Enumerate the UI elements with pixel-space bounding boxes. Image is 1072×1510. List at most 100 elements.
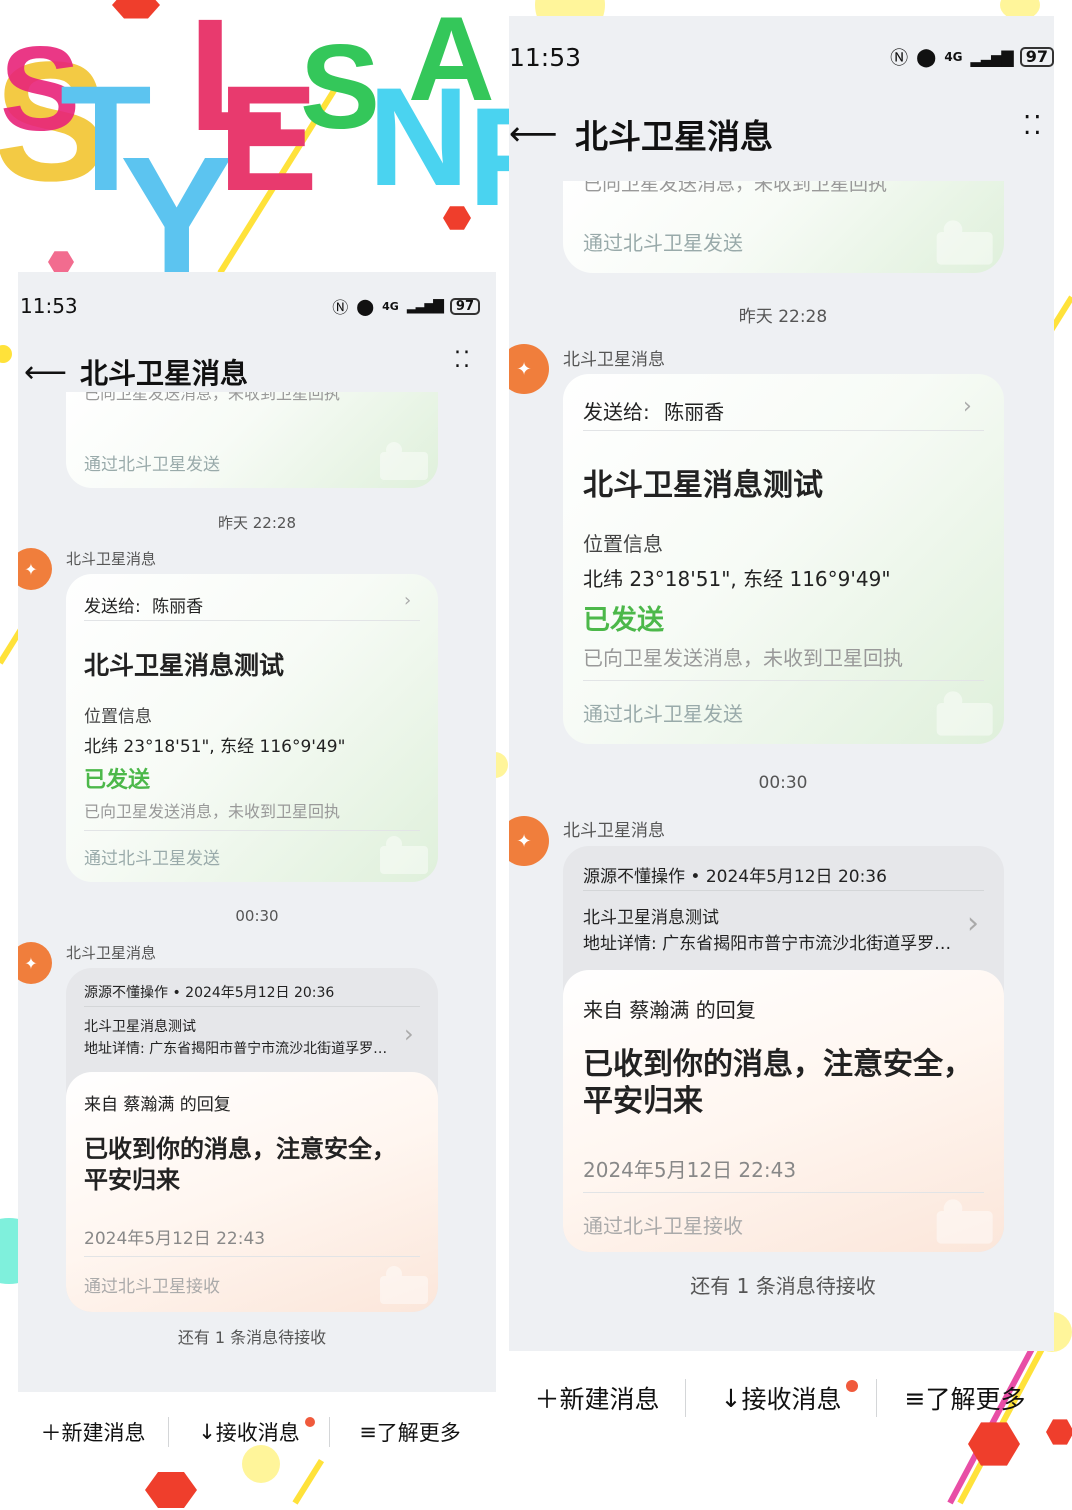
previous-message-card[interactable]: 已向卫星发送消息，未收到卫星回执 通过北斗卫星发送	[66, 392, 438, 488]
reply-content: 来自 蔡瀚满 的回复 已收到你的消息，注意安全，平安归来 2024年5月12日 …	[66, 1072, 438, 1312]
status-icons: Ⓝ ⬤ 4G ▂▃▅▇ 97	[890, 44, 1054, 70]
battery-indicator: 97	[449, 297, 480, 315]
sender-label: 北斗卫星消息	[563, 350, 665, 370]
chevron-right-icon[interactable]: ›	[404, 590, 411, 611]
satellite-watermark-icon	[380, 836, 428, 874]
recipient-row[interactable]: 发送给: 陈丽香	[583, 396, 724, 425]
menu-icon: ≡	[904, 1383, 926, 1413]
notification-dot	[305, 1417, 315, 1427]
pending-notice: 还有 1 条消息待接收	[177, 1328, 327, 1347]
sent-message-card[interactable]: 发送给: 陈丽香 › 北斗卫星消息测试 位置信息 北纬 23°18'51", 东…	[66, 574, 438, 882]
nfc-icon: Ⓝ	[332, 298, 349, 317]
sent-message-card[interactable]: 发送给: 陈丽香 › 北斗卫星消息测试 位置信息 北纬 23°18'51", 东…	[563, 374, 1004, 744]
timestamp: 00:30	[758, 773, 808, 793]
satellite-watermark-icon	[936, 691, 993, 736]
menu-icon: ≡	[359, 1420, 377, 1444]
location-label: 位置信息	[84, 707, 152, 727]
quote-address: 地址详情: 广东省揭阳市普宁市流沙北街道孚罗…	[583, 934, 952, 954]
recipient-label: 发送给:	[583, 400, 650, 424]
reply-text: 已收到你的消息，注意安全，平安归来	[583, 1047, 973, 1119]
reply-message-card[interactable]: 源源不懂操作 • 2024年5月12日 20:36 北斗卫星消息测试 地址详情:…	[563, 846, 1004, 1252]
back-button[interactable]: ⟵	[24, 355, 74, 390]
notification-dot	[846, 1380, 858, 1392]
status-time: 11:53	[509, 42, 582, 72]
previous-message-card[interactable]: 已向卫星发送消息，未收到卫星回执 通过北斗卫星发送	[563, 181, 1004, 273]
learn-more-button[interactable]: ≡ 了解更多	[330, 1417, 490, 1447]
location-icon: ⬤	[356, 296, 375, 316]
prev-cut-note: 已向卫星发送消息，未收到卫星回执	[84, 392, 341, 403]
prev-via: 通过北斗卫星发送	[583, 231, 743, 255]
divider	[84, 1256, 420, 1257]
right-screenshot: 11:53 Ⓝ ⬤ 4G ▂▃▅▇ 97 ⟵ 北斗卫星消息 ⁚⁚ 已向卫星发送消…	[509, 16, 1054, 1351]
location-label: 位置信息	[583, 532, 663, 556]
decor-stripe	[947, 1333, 1042, 1505]
app-header: ⟵ 北斗卫星消息	[18, 352, 496, 392]
arrow-down-icon: ↓	[198, 1420, 216, 1444]
send-note: 已向卫星发送消息，未收到卫星回执	[84, 802, 341, 821]
divider	[583, 430, 984, 431]
reply-message-card[interactable]: 源源不懂操作 • 2024年5月12日 20:36 北斗卫星消息测试 地址详情:…	[66, 968, 438, 1312]
chevron-right-icon[interactable]: ›	[967, 906, 979, 941]
sender-label: 北斗卫星消息	[66, 550, 157, 568]
satellite-avatar-icon: ✦	[18, 548, 52, 590]
recipient-row[interactable]: 发送给: 陈丽香	[84, 592, 203, 617]
network-label: 4G	[944, 50, 963, 64]
via-label: 通过北斗卫星发送	[84, 849, 220, 869]
satellite-avatar-icon: ✦	[509, 816, 549, 866]
recipient-name: 陈丽香	[152, 597, 204, 617]
quote-header: 源源不懂操作 • 2024年5月12日 20:36	[84, 985, 335, 1001]
network-label: 4G	[382, 299, 399, 313]
status-icons: Ⓝ ⬤ 4G ▂▃▅▇ 97	[332, 294, 480, 318]
divider	[84, 1006, 420, 1007]
arrow-down-icon: ↓	[720, 1383, 742, 1413]
more-dots-icon[interactable]: ⁚⁚	[1023, 113, 1044, 139]
prev-via: 通过北斗卫星发送	[84, 455, 220, 475]
decor-hex	[145, 1472, 197, 1508]
reply-text: 已收到你的消息，注意安全，平安归来	[84, 1135, 396, 1194]
timestamp: 昨天 22:28	[738, 307, 828, 327]
send-status: 已发送	[84, 768, 151, 793]
chevron-right-icon[interactable]: ›	[963, 394, 972, 419]
signal-icon: ▂▃▅▇	[406, 298, 444, 314]
decor-stripe	[292, 1459, 325, 1505]
timestamp: 昨天 22:28	[218, 514, 296, 532]
status-bar: 11:53 Ⓝ ⬤ 4G ▂▃▅▇ 97	[18, 294, 496, 318]
signal-icon: ▂▃▅▇	[970, 47, 1014, 67]
new-message-button[interactable]: ＋新建消息	[509, 1380, 685, 1416]
plus-icon: ＋	[534, 1385, 560, 1414]
reply-from: 来自 蔡瀚满 的回复	[583, 998, 756, 1022]
divider	[84, 620, 420, 621]
via-label: 通过北斗卫星接收	[583, 1214, 743, 1238]
stylesnap-logo: S S T Y L E S N A P	[0, 0, 560, 280]
quote-title: 北斗卫星消息测试	[84, 1019, 196, 1035]
left-screenshot: 11:53 Ⓝ ⬤ 4G ▂▃▅▇ 97 ⟵ 北斗卫星消息 ⁚⁚ 已向卫星发送消…	[18, 272, 496, 1392]
page-title: 北斗卫星消息	[80, 357, 249, 390]
status-time: 11:53	[20, 294, 78, 318]
learn-more-button[interactable]: ≡ 了解更多	[877, 1380, 1053, 1416]
reply-time: 2024年5月12日 22:43	[84, 1229, 266, 1249]
satellite-avatar-icon: ✦	[18, 942, 52, 984]
timestamp: 00:30	[235, 907, 279, 925]
coordinates: 北纬 23°18'51", 东经 116°9'49"	[583, 567, 891, 591]
chevron-right-icon[interactable]: ›	[404, 1020, 414, 1048]
back-button[interactable]: ⟵	[509, 114, 569, 154]
recipient-label: 发送给:	[84, 597, 141, 617]
message-title: 北斗卫星消息测试	[84, 651, 285, 680]
battery-indicator: 97	[1019, 47, 1054, 67]
reply-content: 来自 蔡瀚满 的回复 已收到你的消息，注意安全，平安归来 2024年5月12日 …	[563, 970, 1004, 1252]
divider	[583, 680, 984, 681]
location-icon: ⬤	[916, 46, 937, 68]
more-dots-icon[interactable]: ⁚⁚	[454, 350, 472, 372]
bottom-bar: ＋新建消息 ↓ 接收消息 ≡ 了解更多	[509, 1378, 1054, 1418]
divider	[583, 890, 984, 891]
new-message-button[interactable]: ＋新建消息	[18, 1417, 168, 1447]
nfc-icon: Ⓝ	[890, 48, 909, 69]
via-label: 通过北斗卫星接收	[84, 1277, 220, 1297]
satellite-watermark-icon	[380, 1266, 428, 1304]
decor-hex	[1046, 1419, 1072, 1445]
message-title: 北斗卫星消息测试	[583, 468, 823, 503]
pending-notice: 还有 1 条消息待接收	[690, 1274, 876, 1298]
bottom-bar: ＋新建消息 ↓ 接收消息 ≡ 了解更多	[18, 1414, 496, 1450]
decor-dot	[242, 1445, 280, 1483]
plus-icon: ＋	[40, 1421, 62, 1445]
